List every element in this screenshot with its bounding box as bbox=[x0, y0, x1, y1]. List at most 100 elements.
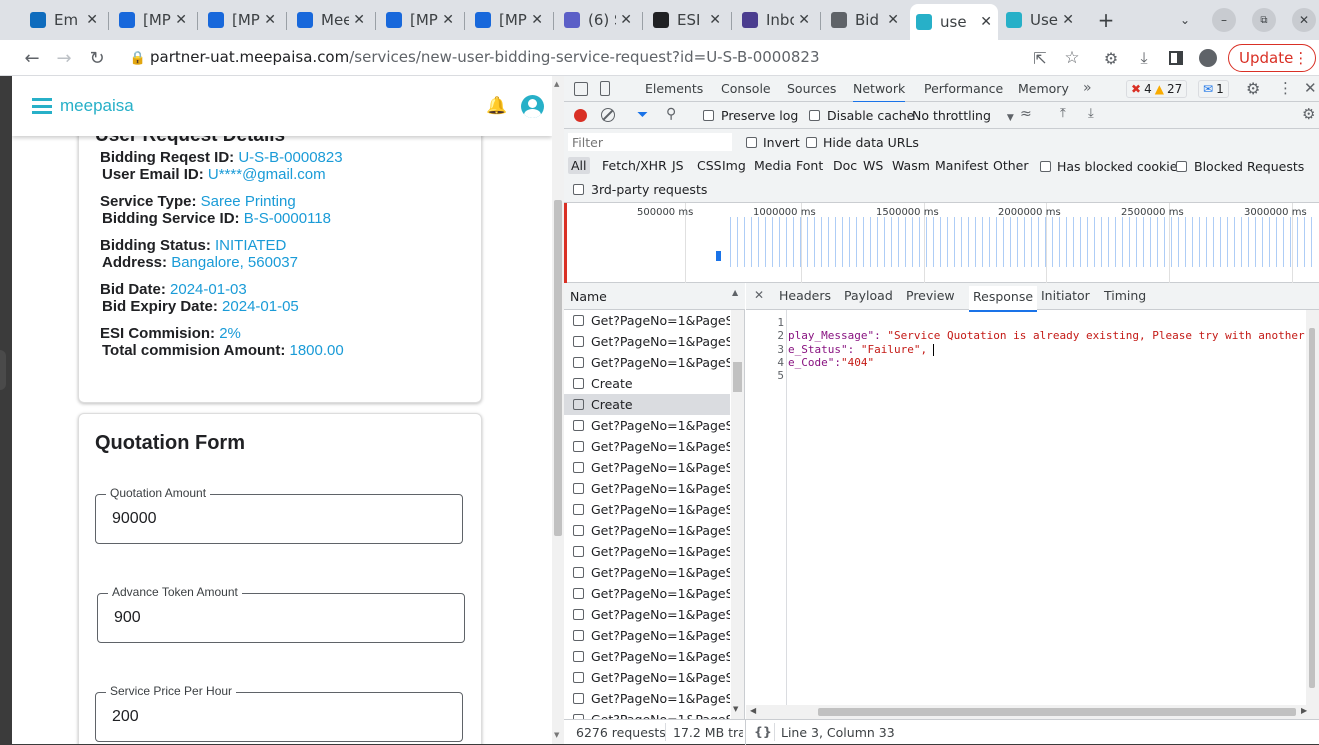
browser-tab[interactable]: Bid ✕ bbox=[825, 6, 905, 34]
bookmark-star-icon[interactable]: ☆ bbox=[1060, 46, 1084, 70]
close-detail-icon[interactable]: ✕ bbox=[754, 288, 764, 302]
detail-tab[interactable]: Headers bbox=[779, 288, 831, 303]
update-button[interactable]: Update ⋮ bbox=[1228, 44, 1316, 72]
detail-tab[interactable]: Preview bbox=[906, 288, 955, 303]
browser-tab[interactable]: Inbo✕ bbox=[736, 6, 816, 34]
devtools-tab[interactable]: Performance bbox=[924, 81, 1003, 96]
info-counter[interactable]: ✉ 1 bbox=[1198, 80, 1229, 98]
request-row[interactable]: Get?PageNo=1&PageSiz... bbox=[564, 478, 730, 499]
type-filter-button[interactable]: WS bbox=[860, 157, 886, 174]
reload-icon[interactable]: ↻ bbox=[85, 46, 109, 70]
profile-avatar-icon[interactable] bbox=[1196, 46, 1220, 70]
issues-counter[interactable]: ✖ 4 ▲ 27 bbox=[1126, 80, 1188, 98]
third-party-checkbox[interactable] bbox=[573, 184, 584, 195]
browser-tab[interactable]: (6) S✕ bbox=[558, 6, 638, 34]
devtools-tab[interactable]: Network bbox=[853, 81, 906, 103]
browser-tab[interactable]: ESI ✕ bbox=[647, 6, 727, 34]
request-row[interactable]: Get?PageNo=1&PageSiz... bbox=[564, 646, 730, 667]
request-row[interactable]: Create bbox=[564, 394, 730, 415]
tab-search-icon[interactable]: ⌄ bbox=[1173, 8, 1197, 32]
devtools-tab[interactable]: Sources bbox=[787, 81, 836, 96]
url-field[interactable]: partner-uat.meepaisa.com/services/new-us… bbox=[150, 48, 820, 66]
network-settings-icon[interactable]: ⚙ bbox=[1302, 105, 1315, 123]
extensions-icon[interactable]: ⚙ bbox=[1099, 46, 1123, 70]
settings-gear-icon[interactable]: ⚙ bbox=[1246, 79, 1260, 98]
close-tab-icon[interactable]: ✕ bbox=[264, 12, 276, 28]
request-row[interactable]: Get?PageNo=1&PageSiz... bbox=[564, 352, 730, 373]
request-row[interactable]: Get?PageNo=1&PageSiz... bbox=[564, 667, 730, 688]
request-row[interactable]: Get?PageNo=1&PageSiz... bbox=[564, 625, 730, 646]
more-tabs-icon[interactable]: » bbox=[1083, 80, 1092, 96]
devtools-menu-icon[interactable]: ⋮ bbox=[1278, 79, 1293, 97]
hide-data-urls-checkbox[interactable] bbox=[806, 137, 817, 148]
detail-tab[interactable]: Response bbox=[969, 286, 1038, 312]
type-filter-button[interactable]: Fetch/XHR bbox=[599, 157, 670, 174]
field-value[interactable]: 200 bbox=[112, 708, 139, 726]
close-devtools-icon[interactable]: ✕ bbox=[1304, 79, 1317, 97]
request-row[interactable]: Get?PageNo=1&PageSiz... bbox=[564, 520, 730, 541]
side-panel-icon[interactable] bbox=[1164, 46, 1188, 70]
hamburger-menu-icon[interactable] bbox=[32, 98, 52, 114]
blocked-requests-checkbox[interactable] bbox=[1176, 161, 1187, 172]
request-row[interactable]: Get?PageNo=1&PageSiz... bbox=[564, 310, 730, 331]
lock-icon[interactable]: 🔒 bbox=[126, 46, 150, 70]
download-icon[interactable]: ⤓ bbox=[1132, 46, 1156, 70]
request-row[interactable]: Get?PageNo=1&PageSiz... bbox=[564, 499, 730, 520]
quotation-field[interactable]: Advance Token Amount 900 bbox=[97, 585, 465, 643]
minimize-icon[interactable]: – bbox=[1212, 8, 1236, 32]
browser-tab[interactable]: Mee ✕ bbox=[291, 6, 371, 34]
close-tab-icon[interactable]: ✕ bbox=[798, 12, 810, 28]
browser-tab[interactable]: [MP ✕ bbox=[113, 6, 193, 34]
close-tab-icon[interactable]: ✕ bbox=[86, 12, 98, 28]
scroll-right-icon[interactable]: ▶ bbox=[1301, 706, 1307, 715]
close-tab-icon[interactable]: ✕ bbox=[980, 14, 992, 30]
type-filter-button[interactable]: Other bbox=[990, 157, 1032, 174]
type-filter-button[interactable]: Wasm bbox=[889, 157, 933, 174]
scroll-left-icon[interactable]: ◀ bbox=[750, 706, 756, 715]
search-icon[interactable]: ⚲ bbox=[666, 106, 676, 122]
request-row[interactable]: Get?PageNo=1&PageSiz... bbox=[564, 436, 730, 457]
devtools-tab[interactable]: Console bbox=[721, 81, 771, 96]
close-tab-icon[interactable]: ✕ bbox=[887, 12, 899, 28]
quotation-field[interactable]: Service Price Per Hour 200 bbox=[95, 684, 463, 742]
network-conditions-icon[interactable]: ≈ bbox=[1020, 106, 1032, 122]
close-tab-icon[interactable]: ✕ bbox=[175, 12, 187, 28]
type-filter-button[interactable]: Img bbox=[719, 157, 749, 174]
back-icon[interactable]: ← bbox=[20, 46, 44, 70]
browser-tab[interactable]: [MP ✕ bbox=[380, 6, 460, 34]
preserve-log-checkbox[interactable] bbox=[703, 110, 714, 121]
disable-cache-checkbox[interactable] bbox=[809, 110, 820, 121]
close-tab-icon[interactable]: ✕ bbox=[442, 12, 454, 28]
notification-bell-icon[interactable]: 🔔 bbox=[486, 96, 507, 116]
share-icon[interactable]: ⇱ bbox=[1028, 46, 1052, 70]
quotation-field[interactable]: Quotation Amount 90000 bbox=[95, 486, 463, 544]
inspect-element-icon[interactable] bbox=[574, 82, 588, 96]
filter-icon[interactable]: ⏷ bbox=[637, 107, 648, 123]
request-row[interactable]: Get?PageNo=1&PageSiz... bbox=[564, 415, 730, 436]
browser-tab[interactable]: use ✕ bbox=[910, 4, 998, 40]
browser-tab[interactable]: Em ✕ bbox=[24, 6, 104, 34]
request-row[interactable]: Get?PageNo=1&PageSiz... bbox=[564, 688, 730, 709]
account-avatar-icon[interactable] bbox=[521, 95, 544, 118]
throttling-select[interactable]: No throttling ▼ bbox=[912, 108, 1014, 123]
pretty-print-icon[interactable]: {} bbox=[754, 724, 772, 739]
detail-tab[interactable]: Payload bbox=[844, 288, 893, 303]
request-row[interactable]: Create bbox=[564, 373, 730, 394]
request-row[interactable]: Get?PageNo=1&PageSiz... bbox=[564, 457, 730, 478]
response-hscrollbar[interactable]: ◀ ▶ bbox=[746, 705, 1319, 719]
type-filter-button[interactable]: Manifest bbox=[932, 157, 991, 174]
browser-tab[interactable]: Use ✕ bbox=[1000, 6, 1080, 34]
detail-tab[interactable]: Timing bbox=[1104, 288, 1146, 303]
export-har-icon[interactable]: ⤓ bbox=[1088, 106, 1094, 121]
field-value[interactable]: 900 bbox=[114, 609, 141, 627]
clear-icon[interactable] bbox=[601, 108, 615, 122]
network-overview-timeline[interactable]: 500000 ms 1000000 ms 1500000 ms 2000000 ms 2… bbox=[564, 203, 1319, 283]
close-window-icon[interactable]: ✕ bbox=[1292, 8, 1316, 32]
brand-logo[interactable]: meepaisa bbox=[60, 96, 134, 116]
detail-tab[interactable]: Initiator bbox=[1041, 288, 1090, 303]
forward-icon[interactable]: → bbox=[52, 46, 76, 70]
request-row[interactable]: Get?PageNo=1&PageSiz... bbox=[564, 541, 730, 562]
invert-checkbox[interactable] bbox=[746, 137, 757, 148]
type-filter-button[interactable]: Font bbox=[793, 157, 826, 174]
request-row[interactable]: Get?PageNo=1&PageSiz... bbox=[564, 331, 730, 352]
